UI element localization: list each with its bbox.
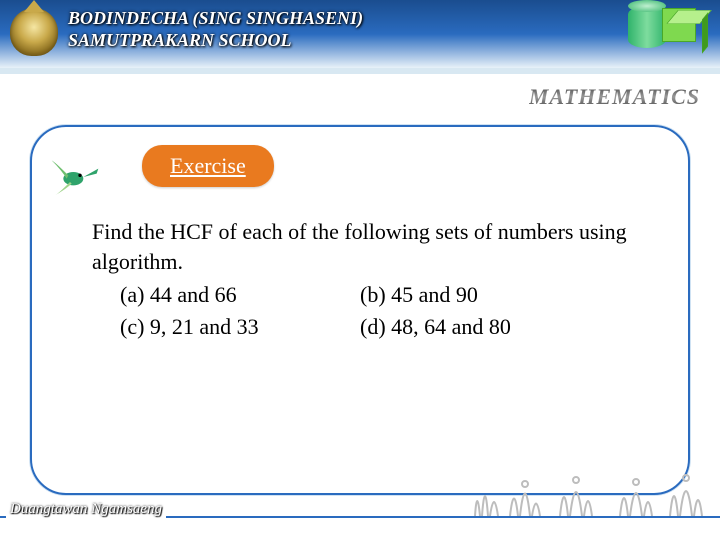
cylinder-icon xyxy=(628,6,666,48)
option-a: (a) 44 and 66 xyxy=(120,280,360,310)
school-name: BODINDECHA (SING SINGHASENI) SAMUTPRAKAR… xyxy=(68,8,363,51)
content-card: Exercise Find the HCF of each of the fol… xyxy=(30,125,690,495)
header-band: BODINDECHA (SING SINGHASENI) SAMUTPRAKAR… xyxy=(0,0,720,70)
options-grid: (a) 44 and 66 (b) 45 and 90 (c) 9, 21 an… xyxy=(92,280,648,341)
option-c: (c) 9, 21 and 33 xyxy=(120,312,360,342)
option-b: (b) 45 and 90 xyxy=(360,280,648,310)
grass-silhouette-icon xyxy=(470,466,710,516)
exercise-badge: Exercise xyxy=(142,145,274,187)
option-d: (d) 48, 64 and 80 xyxy=(360,312,648,342)
header-3d-shapes xyxy=(628,6,702,48)
question-block: Find the HCF of each of the following se… xyxy=(92,217,648,342)
school-line2: SAMUTPRAKARN SCHOOL xyxy=(68,30,363,52)
question-text: Find the HCF of each of the following se… xyxy=(92,217,648,276)
hummingbird-icon xyxy=(50,157,100,197)
author-name: Duangtawan Ngamsaeng xyxy=(6,501,166,518)
school-line1: BODINDECHA (SING SINGHASENI) xyxy=(68,8,363,30)
cube-icon xyxy=(662,8,702,48)
subject-label: MATHEMATICS xyxy=(529,84,700,110)
school-crest-icon xyxy=(10,8,58,56)
